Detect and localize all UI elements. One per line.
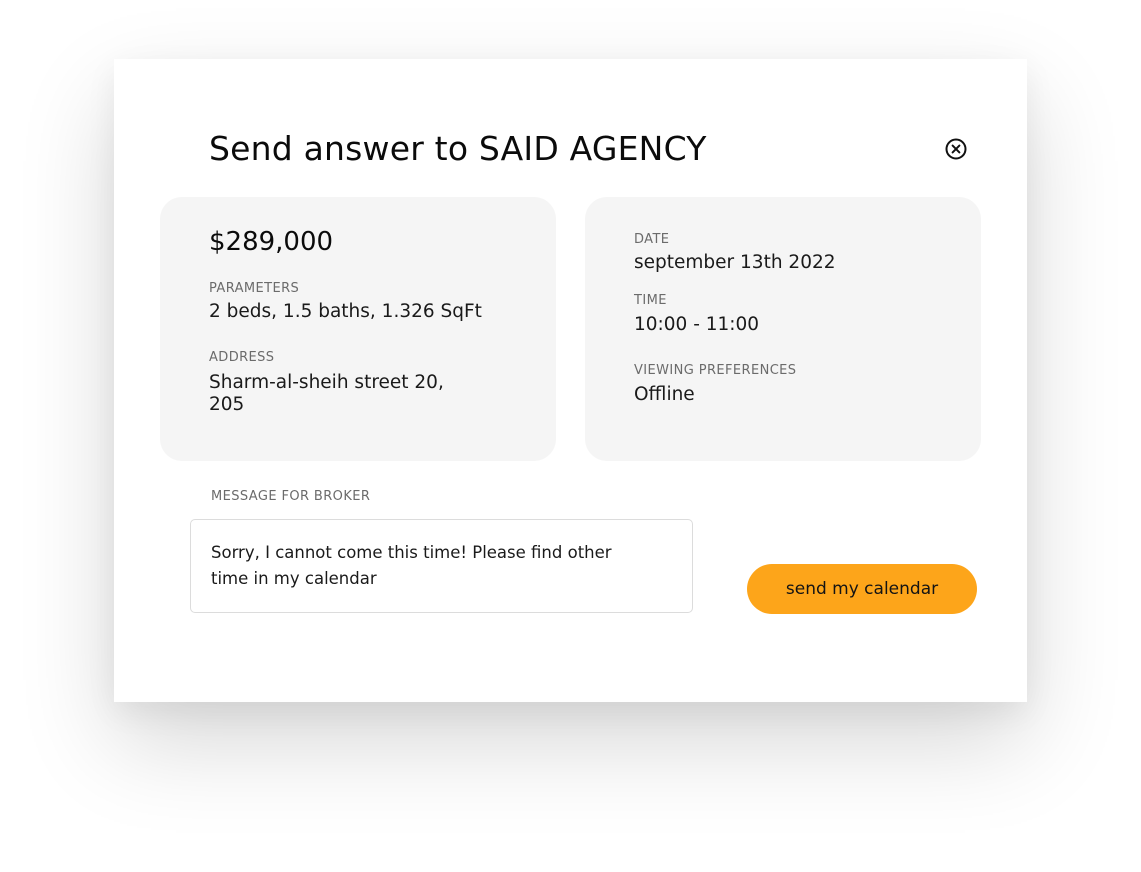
message-label: MESSAGE FOR BROKER <box>211 489 371 504</box>
listing-price: $289,000 <box>209 227 334 257</box>
date-label: DATE <box>634 232 670 247</box>
close-button[interactable] <box>944 137 968 161</box>
parameters-label: PARAMETERS <box>209 281 300 296</box>
viewing-details-card: DATE september 13th 2022 TIME 10:00 - 11… <box>585 197 981 461</box>
viewing-preferences-value: Offline <box>634 384 695 405</box>
send-answer-modal: Send answer to SAID AGENCY $289,000 PARA… <box>114 59 1027 702</box>
message-text-line-1: Sorry, I cannot come this time! Please f… <box>211 543 612 562</box>
address-label: ADDRESS <box>209 350 275 365</box>
message-textarea[interactable]: Sorry, I cannot come this time! Please f… <box>190 519 693 613</box>
send-calendar-button[interactable]: send my calendar <box>747 564 977 614</box>
date-value: september 13th 2022 <box>634 252 836 273</box>
parameters-value: 2 beds, 1.5 baths, 1.326 SqFt <box>209 301 482 322</box>
address-value-line-2: 205 <box>209 394 245 415</box>
listing-details-card: $289,000 PARAMETERS 2 beds, 1.5 baths, 1… <box>160 197 556 461</box>
close-circle-icon <box>945 138 967 160</box>
time-label: TIME <box>634 293 667 308</box>
message-text-line-2: time in my calendar <box>211 569 377 588</box>
viewing-preferences-label: VIEWING PREFERENCES <box>634 363 797 378</box>
address-value-line-1: Sharm-al-sheih street 20, <box>209 372 444 393</box>
time-value: 10:00 - 11:00 <box>634 314 760 335</box>
modal-title: Send answer to SAID AGENCY <box>209 129 707 168</box>
